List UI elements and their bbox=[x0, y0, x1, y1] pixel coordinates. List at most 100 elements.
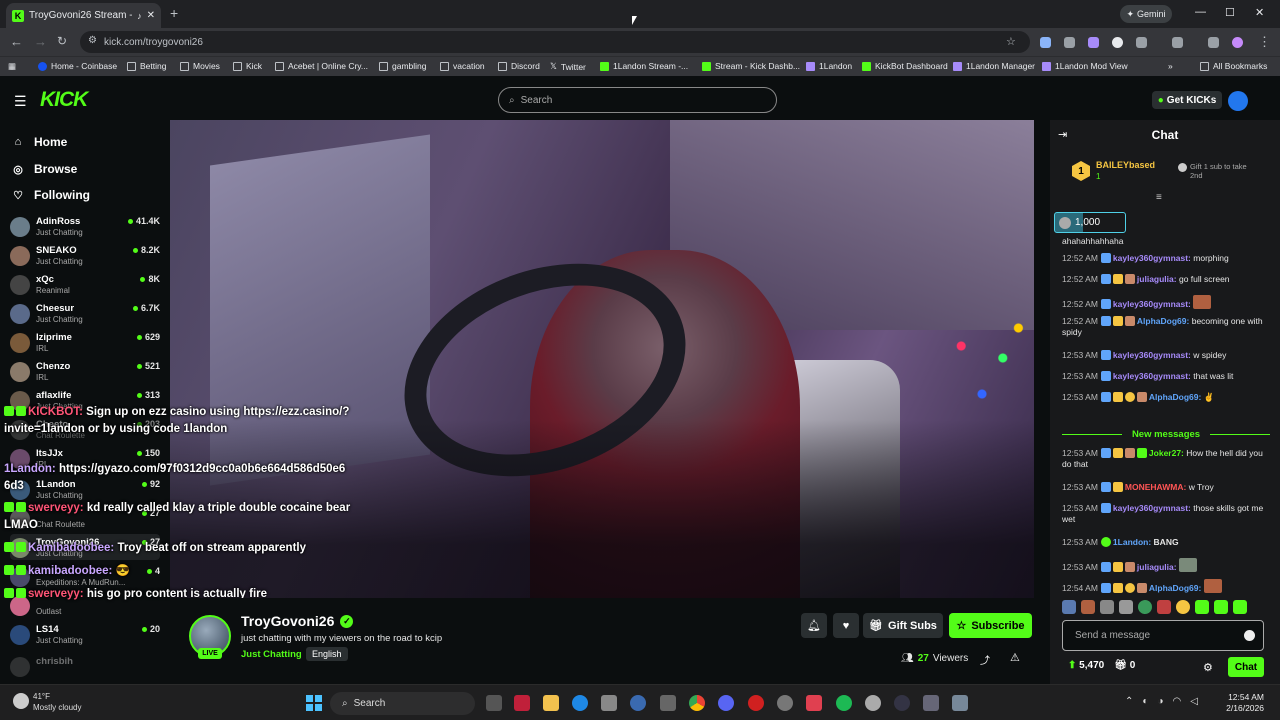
notification-bell-button[interactable]: 🔔︎ bbox=[801, 613, 827, 638]
expand-chevron-icon[interactable]: ≡ bbox=[1156, 192, 1162, 203]
file-explorer-icon[interactable] bbox=[543, 695, 559, 711]
message-user[interactable]: 1Landon: bbox=[1113, 537, 1151, 547]
task-view-icon[interactable] bbox=[486, 695, 502, 711]
apps-grid-icon[interactable]: ▦ bbox=[8, 61, 16, 72]
tray-chevron-icon[interactable]: ⌃ bbox=[1125, 696, 1133, 707]
tray-app-icon[interactable]: ◑ bbox=[1157, 696, 1163, 707]
volume-icon[interactable]: ◁ bbox=[1190, 696, 1198, 707]
address-bar[interactable]: ⚙ kick.com/troygovoni26 bbox=[80, 31, 1030, 53]
downloads-icon[interactable] bbox=[1208, 37, 1219, 48]
message-user[interactable]: kayley360gymnast: bbox=[1113, 253, 1191, 263]
system-clock[interactable]: 12:54 AM 2/16/2026 bbox=[1222, 692, 1264, 714]
app-icon[interactable] bbox=[806, 695, 822, 711]
bookmark-folder[interactable]: Betting bbox=[127, 61, 166, 71]
store-icon[interactable] bbox=[601, 695, 617, 711]
app-icon[interactable] bbox=[630, 695, 646, 711]
chat-send-button[interactable]: Chat bbox=[1228, 657, 1264, 677]
discord-icon[interactable] bbox=[718, 695, 734, 711]
message-user[interactable]: AlphaDog69: bbox=[1149, 583, 1201, 593]
points-display[interactable]: ⬆ 5,470 bbox=[1068, 660, 1104, 671]
share-icon[interactable]: ⤴ bbox=[980, 652, 990, 667]
message-user[interactable]: AlphaDog69: bbox=[1149, 392, 1201, 402]
emote-icon[interactable] bbox=[1119, 600, 1133, 614]
bookmark-folder[interactable]: vacation bbox=[440, 61, 485, 71]
channel-item[interactable]: Iziprime IRL 629 bbox=[10, 329, 160, 355]
message-user[interactable]: kayley360gymnast: bbox=[1113, 503, 1191, 513]
channel-item[interactable]: Cheesur Just Chatting 6.7K bbox=[10, 300, 160, 326]
extension-icon[interactable] bbox=[1112, 37, 1123, 48]
gemini-button[interactable]: ✦ Gemini bbox=[1120, 5, 1172, 23]
chat-settings-gear-icon[interactable]: ⚙ bbox=[1203, 661, 1213, 674]
browser-tab[interactable]: K TroyGovoni26 Stream - Wa ♪ ✕ bbox=[6, 3, 161, 28]
emote-icon[interactable] bbox=[1081, 600, 1095, 614]
bookmark-folder[interactable]: Movies bbox=[180, 61, 220, 71]
send-message-input[interactable]: Send a message bbox=[1062, 620, 1264, 651]
bookmark-item[interactable]: 1Landon bbox=[806, 61, 852, 71]
search-input[interactable]: ⌕ Search bbox=[498, 87, 777, 113]
app-icon[interactable] bbox=[748, 695, 764, 711]
nav-home[interactable]: ⌂ Home bbox=[12, 135, 68, 149]
channel-item[interactable]: SNEAKO Just Chatting 8.2K bbox=[10, 242, 160, 268]
extension-icon[interactable] bbox=[1088, 37, 1099, 48]
message-user[interactable]: AlphaDog69: bbox=[1137, 316, 1189, 326]
get-kicks-button[interactable]: ● Get KICKs bbox=[1152, 91, 1222, 109]
back-icon[interactable]: ← bbox=[10, 34, 23, 49]
edge-icon[interactable] bbox=[572, 695, 588, 711]
message-user[interactable]: kayley360gymnast: bbox=[1113, 350, 1191, 360]
maximize-button[interactable]: ☐ bbox=[1225, 6, 1235, 19]
app-icon[interactable] bbox=[894, 695, 910, 711]
kick-logo[interactable]: KICK bbox=[40, 88, 88, 112]
emoji-picker-icon[interactable] bbox=[1244, 630, 1255, 641]
windows-start-icon[interactable] bbox=[306, 695, 322, 711]
video-player[interactable] bbox=[170, 120, 1034, 598]
taskbar-search[interactable]: ⌕ Search bbox=[330, 692, 475, 715]
app-icon[interactable] bbox=[923, 695, 939, 711]
sidebar-toggle-icon[interactable] bbox=[1172, 37, 1183, 48]
audio-icon[interactable]: ♪ bbox=[137, 11, 142, 21]
subscribe-button[interactable]: ☆ Subscribe bbox=[949, 613, 1032, 638]
weather-widget[interactable]: 41°F Mostly cloudy bbox=[13, 691, 81, 713]
bookmark-item[interactable]: Home - Coinbase bbox=[38, 61, 117, 71]
forward-icon[interactable]: → bbox=[34, 34, 47, 49]
emote-icon[interactable] bbox=[1214, 600, 1228, 614]
follow-heart-button[interactable]: ♥ bbox=[833, 613, 859, 638]
bookmark-item[interactable]: 1Landon Manager bbox=[953, 61, 1035, 71]
bookmark-item[interactable]: Acebet | Online Cry... bbox=[275, 61, 368, 71]
bookmark-folder[interactable]: Discord bbox=[498, 61, 540, 71]
message-user[interactable]: Joker27: bbox=[1149, 448, 1184, 458]
calculator-icon[interactable] bbox=[952, 695, 968, 711]
bookmark-folder[interactable]: Kick bbox=[233, 61, 262, 71]
channel-name[interactable]: TroyGovoni26 bbox=[241, 613, 334, 629]
nav-following[interactable]: ♡ Following bbox=[12, 188, 90, 202]
emote-icon[interactable] bbox=[1062, 600, 1076, 614]
language-tag[interactable]: English bbox=[306, 647, 348, 661]
bookmark-star-icon[interactable]: ☆ bbox=[1006, 35, 1016, 48]
app-icon[interactable] bbox=[777, 695, 793, 711]
emote-icon[interactable] bbox=[1176, 600, 1190, 614]
channel-item[interactable]: 1Landon Just Chatting 92 bbox=[10, 476, 160, 502]
spotify-icon[interactable] bbox=[836, 695, 852, 711]
user-avatar[interactable] bbox=[1228, 91, 1248, 111]
bookmark-item[interactable]: Stream - Kick Dashb... bbox=[702, 61, 800, 71]
channel-item[interactable]: xQc Reanimal 8K bbox=[10, 271, 160, 297]
emote-icon[interactable] bbox=[1100, 600, 1114, 614]
bookmarks-overflow-icon[interactable]: » bbox=[1168, 61, 1173, 71]
app-icon[interactable] bbox=[865, 695, 881, 711]
bookmark-folder[interactable]: gambling bbox=[379, 61, 427, 71]
extension-icon[interactable] bbox=[1064, 37, 1075, 48]
nav-browse[interactable]: ◎ Browse bbox=[12, 162, 77, 176]
emote-icon[interactable] bbox=[1195, 600, 1209, 614]
category-link[interactable]: Just Chatting bbox=[241, 649, 302, 660]
bookmark-item[interactable]: KickBot Dashboard bbox=[862, 61, 948, 71]
tab-close-icon[interactable]: ✕ bbox=[147, 10, 155, 21]
extension-icon[interactable] bbox=[1040, 37, 1051, 48]
new-messages-divider[interactable]: New messages bbox=[1062, 429, 1270, 440]
hamburger-menu-icon[interactable]: ☰ bbox=[14, 93, 27, 110]
message-user[interactable]: MONEHAWMA: bbox=[1125, 482, 1186, 492]
bookmark-item[interactable]: 1Landon Stream -... bbox=[600, 61, 688, 71]
emote-icon[interactable] bbox=[1157, 600, 1171, 614]
reload-icon[interactable]: ↻ bbox=[57, 34, 67, 48]
app-icon[interactable] bbox=[514, 695, 530, 711]
pinned-gifter[interactable]: 1 BAILEYbased 1 Gift 1 sub to take 2nd bbox=[1072, 158, 1280, 188]
report-warning-icon[interactable]: ⚠ bbox=[1010, 651, 1020, 664]
